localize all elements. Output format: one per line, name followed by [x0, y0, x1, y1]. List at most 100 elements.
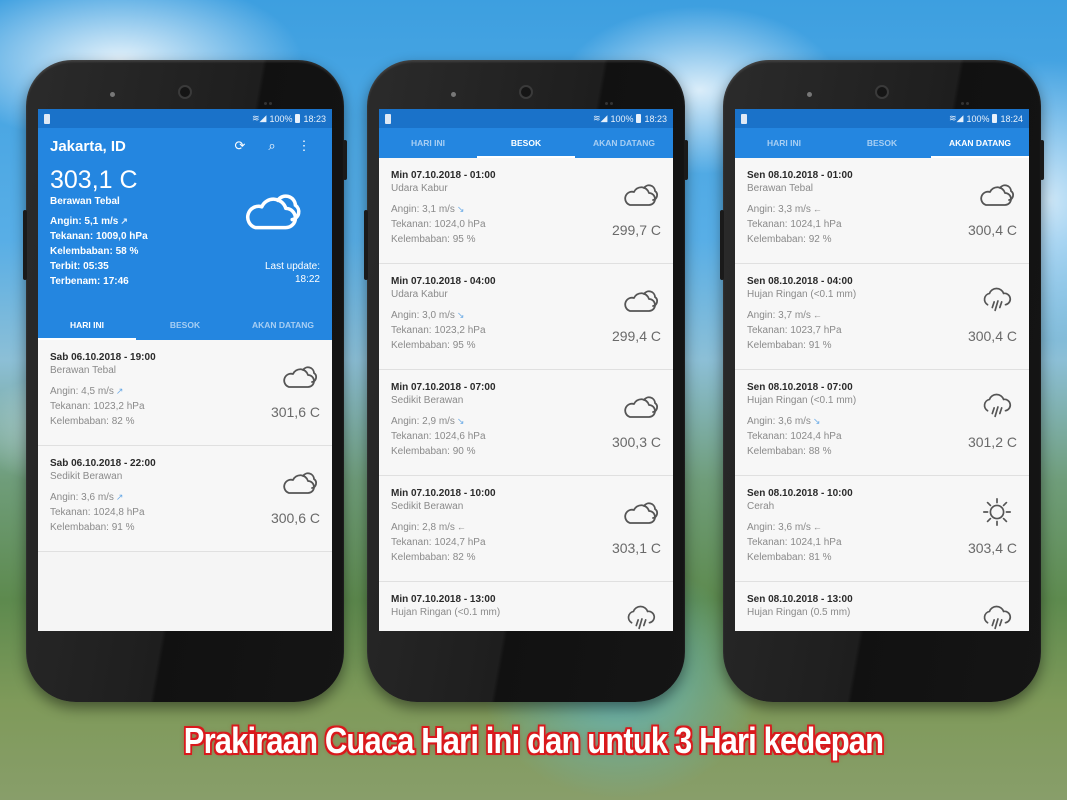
- tab-akan-datang[interactable]: AKAN DATANG: [575, 128, 673, 158]
- status-bar: ≋◢ 100% 18:24: [735, 109, 1029, 128]
- status-right: ≋◢ 100% 18:23: [593, 113, 667, 124]
- forecast-temperature: 300,4 C: [967, 222, 1017, 238]
- tab-hari-ini[interactable]: HARI INI: [379, 128, 477, 158]
- cloudy-icon: [240, 186, 306, 234]
- forecast-item[interactable]: Min 07.10.2018 - 07:00 Sedikit Berawan Ang…: [379, 370, 673, 476]
- phone-screen: ≋◢ 100% 18:24 HARI INI BESOK AKAN DATANG Sen 0…: [735, 109, 1029, 631]
- refresh-icon[interactable]: ⟳: [224, 138, 256, 154]
- forecast-temperature: 301,6 C: [270, 404, 320, 420]
- phone-3: ≋◢ 100% 18:24 HARI INI BESOK AKAN DATANG Sen 0…: [720, 60, 1044, 702]
- rain-icon: [977, 390, 1017, 422]
- current-wind-text: Angin: 5,1 m/s: [50, 216, 119, 227]
- battery-icon: [992, 114, 998, 123]
- wifi-signal-icon: ≋◢: [948, 113, 964, 123]
- forecast-item[interactable]: Min 07.10.2018 - 04:00 Udara Kabur Angin: …: [379, 264, 673, 370]
- tab-akan-datang[interactable]: AKAN DATANG: [931, 128, 1029, 158]
- status-bar: ≋◢ 100% 18:23: [38, 109, 332, 128]
- forecast-item[interactable]: Sab 06.10.2018 - 19:00 Berawan Tebal Angin…: [38, 340, 332, 446]
- more-vert-icon[interactable]: ⋮: [288, 138, 320, 154]
- front-sensor: [110, 92, 115, 97]
- front-sensor: [807, 92, 812, 97]
- wind-direction-icon: ←: [812, 522, 822, 532]
- forecast-wind-text: Angin: 4,5 m/s: [50, 386, 114, 397]
- tab-hari-ini[interactable]: HARI INI: [735, 128, 833, 158]
- notification-icon: [44, 113, 50, 124]
- forecast-temperature: 299,4 C: [611, 328, 661, 344]
- forecast-wind-text: Angin: 3,1 m/s: [391, 204, 455, 215]
- forecast-list: Min 07.10.2018 - 01:00 Udara Kabur Angin: …: [379, 158, 673, 631]
- current-weather: 303,1 C Berawan Tebal Angin: 5,1 m/s ↗ Teka…: [38, 166, 332, 310]
- forecast-wind-text: Angin: 2,9 m/s: [391, 416, 455, 427]
- wind-direction-icon: ↘: [456, 416, 465, 426]
- forecast-item[interactable]: Sab 06.10.2018 - 22:00 Sedikit Berawan Ang…: [38, 446, 332, 552]
- search-icon[interactable]: ⌕: [256, 138, 288, 154]
- cloudy-icon: [621, 178, 661, 210]
- forecast-wind-text: Angin: 2,8 m/s: [391, 522, 455, 533]
- forecast-wind-text: Angin: 3,0 m/s: [391, 310, 455, 321]
- status-time: 18:23: [644, 113, 667, 124]
- toolbar: Jakarta, ID ⟳ ⌕ ⋮: [38, 128, 332, 164]
- volume-button: [23, 210, 27, 280]
- wind-direction-icon: ←: [812, 204, 822, 214]
- forecast-temperature: 303,1 C: [611, 540, 661, 556]
- proximity-sensor: [264, 92, 274, 105]
- last-update: Last update: 18:22: [265, 260, 320, 286]
- battery-icon: [295, 114, 301, 123]
- forecast-wind-text: Angin: 3,6 m/s: [747, 416, 811, 427]
- tab-besok[interactable]: BESOK: [477, 128, 575, 158]
- forecast-item[interactable]: Sen 08.10.2018 - 10:00 Cerah Angin: 3,6 m/…: [735, 476, 1029, 582]
- forecast-temperature: 299,7 C: [611, 222, 661, 238]
- tab-bar: HARI INI BESOK AKAN DATANG: [735, 128, 1029, 158]
- wind-direction-icon: ↘: [812, 416, 821, 426]
- battery-percent: 100%: [269, 113, 293, 124]
- status-bar: ≋◢ 100% 18:23: [379, 109, 673, 128]
- front-camera: [875, 85, 889, 99]
- forecast-item[interactable]: Min 07.10.2018 - 10:00 Sedikit Berawan Ang…: [379, 476, 673, 582]
- forecast-item[interactable]: Min 07.10.2018 - 01:00 Udara Kabur Angin: …: [379, 158, 673, 264]
- wind-direction-icon: ↗: [115, 386, 124, 396]
- tab-besok[interactable]: BESOK: [833, 128, 931, 158]
- proximity-sensor: [961, 92, 971, 105]
- power-button: [343, 140, 347, 180]
- cloudy-icon: [280, 360, 320, 392]
- forecast-temperature: 301,2 C: [967, 434, 1017, 450]
- notification-icon: [741, 113, 747, 124]
- forecast-item[interactable]: Min 07.10.2018 - 13:00 Hujan Ringan (<0.1…: [379, 582, 673, 631]
- wind-direction-icon: ↗: [115, 492, 124, 502]
- last-update-label: Last update:: [264, 261, 320, 272]
- forecast-wind-text: Angin: 3,3 m/s: [747, 204, 811, 215]
- rain-icon: [621, 602, 661, 631]
- forecast-item[interactable]: Sen 08.10.2018 - 04:00 Hujan Ringan (<0.1…: [735, 264, 1029, 370]
- app-header: Jakarta, ID ⟳ ⌕ ⋮ 303,1 C Berawan Tebal Angin:…: [38, 128, 332, 310]
- tab-hari-ini[interactable]: HARI INI: [38, 310, 136, 340]
- phone-2: ≋◢ 100% 18:23 HARI INI BESOK AKAN DATANG Min 0…: [364, 60, 688, 702]
- volume-button: [364, 210, 368, 280]
- tab-akan-datang[interactable]: AKAN DATANG: [234, 310, 332, 340]
- front-camera: [178, 85, 192, 99]
- rain-icon: [977, 602, 1017, 631]
- forecast-temperature: 300,6 C: [270, 510, 320, 526]
- tab-besok[interactable]: BESOK: [136, 310, 234, 340]
- proximity-sensor: [605, 92, 615, 105]
- wind-direction-icon: ↘: [456, 204, 465, 214]
- power-button: [684, 140, 688, 180]
- volume-button: [720, 210, 724, 280]
- forecast-item[interactable]: Sen 08.10.2018 - 13:00 Hujan Ringan (0.5 …: [735, 582, 1029, 631]
- wind-direction-icon: ←: [812, 310, 822, 320]
- forecast-temperature: 300,3 C: [611, 434, 661, 450]
- forecast-item[interactable]: Sen 08.10.2018 - 01:00 Berawan Tebal Angin…: [735, 158, 1029, 264]
- cloudy-icon: [977, 178, 1017, 210]
- city-title: Jakarta, ID: [50, 137, 126, 155]
- battery-icon: [636, 114, 642, 123]
- forecast-temperature: 300,4 C: [967, 328, 1017, 344]
- cloudy-icon: [621, 390, 661, 422]
- sun-icon: [977, 496, 1017, 528]
- wind-direction-icon: ↘: [456, 310, 465, 320]
- forecast-item[interactable]: Sen 08.10.2018 - 07:00 Hujan Ringan (<0.1…: [735, 370, 1029, 476]
- cloudy-icon: [621, 284, 661, 316]
- rain-icon: [977, 284, 1017, 316]
- forecast-wind-text: Angin: 3,7 m/s: [747, 310, 811, 321]
- wifi-signal-icon: ≋◢: [592, 113, 608, 123]
- battery-percent: 100%: [610, 113, 634, 124]
- phone-screen: ≋◢ 100% 18:23 Jakarta, ID ⟳ ⌕ ⋮ 303,1 C Berawan …: [38, 109, 332, 631]
